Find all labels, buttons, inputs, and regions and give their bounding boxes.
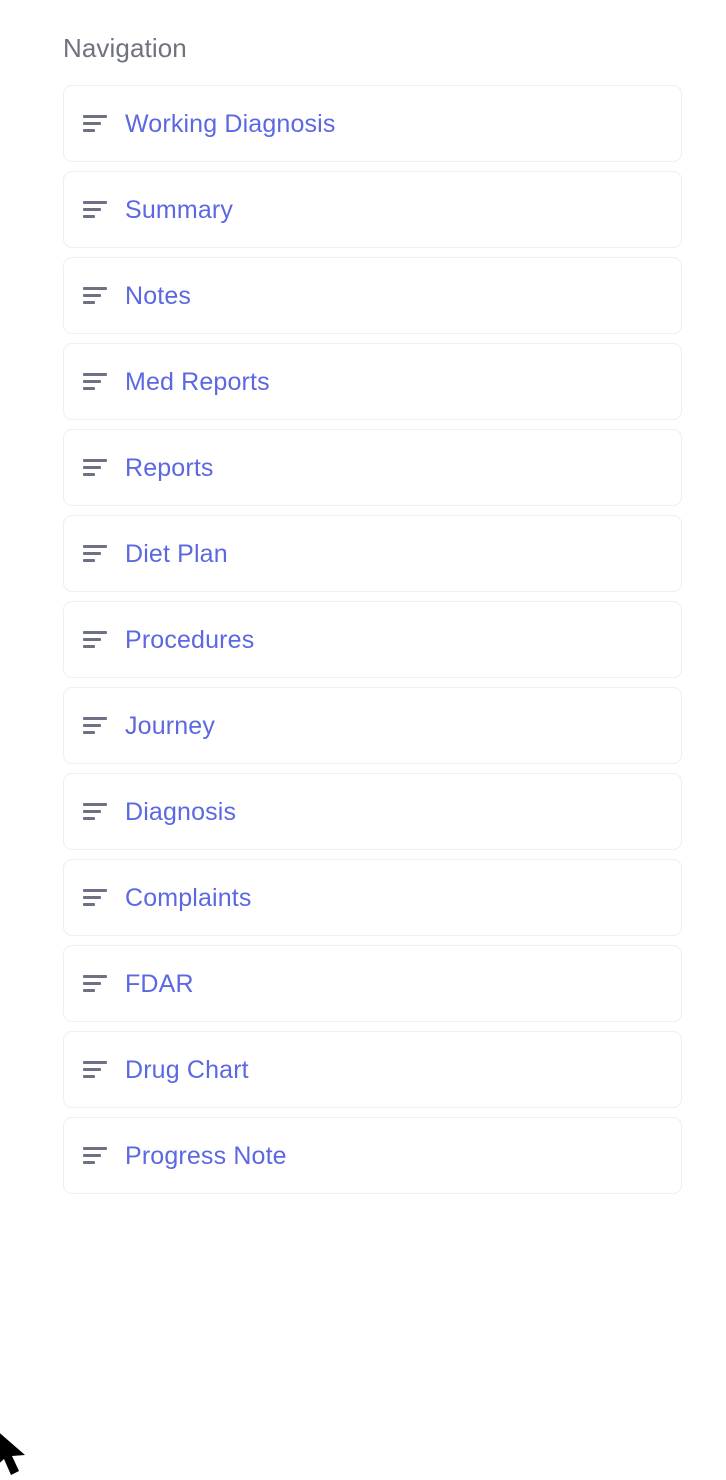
sort-lines-icon xyxy=(83,284,107,308)
nav-item-notes[interactable]: Notes xyxy=(63,257,682,334)
nav-item-label: Progress Note xyxy=(125,1141,287,1170)
nav-item-reports[interactable]: Reports xyxy=(63,429,682,506)
sort-lines-icon xyxy=(83,972,107,996)
nav-item-label: Diet Plan xyxy=(125,539,228,568)
sort-lines-icon xyxy=(83,628,107,652)
sort-lines-icon xyxy=(83,456,107,480)
nav-item-label: Reports xyxy=(125,453,214,482)
nav-item-summary[interactable]: Summary xyxy=(63,171,682,248)
sort-lines-icon xyxy=(83,886,107,910)
nav-item-label: Working Diagnosis xyxy=(125,109,336,138)
nav-item-label: FDAR xyxy=(125,969,194,998)
nav-item-label: Drug Chart xyxy=(125,1055,249,1084)
navigation-panel: Navigation Working Diagnosis Summary Notes… xyxy=(0,0,726,1475)
nav-item-med-reports[interactable]: Med Reports xyxy=(63,343,682,420)
nav-item-label: Summary xyxy=(125,195,234,224)
page-title: Navigation xyxy=(63,33,187,63)
nav-item-progress-note[interactable]: Progress Note xyxy=(63,1117,682,1194)
nav-item-label: Journey xyxy=(125,711,215,740)
nav-item-diagnosis[interactable]: Diagnosis xyxy=(63,773,682,850)
nav-item-working-diagnosis[interactable]: Working Diagnosis xyxy=(63,85,682,162)
nav-item-journey[interactable]: Journey xyxy=(63,687,682,764)
nav-item-label: Notes xyxy=(125,281,192,310)
nav-item-complaints[interactable]: Complaints xyxy=(63,859,682,936)
sort-lines-icon xyxy=(83,1144,107,1168)
navigation-list: Working Diagnosis Summary Notes Med Reports… xyxy=(63,85,682,1194)
mouse-pointer-icon xyxy=(0,1433,25,1475)
nav-item-fdar[interactable]: FDAR xyxy=(63,945,682,1022)
sort-lines-icon xyxy=(83,370,107,394)
sort-lines-icon xyxy=(83,714,107,738)
nav-item-label: Complaints xyxy=(125,883,252,912)
nav-item-label: Med Reports xyxy=(125,367,270,396)
nav-item-drug-chart[interactable]: Drug Chart xyxy=(63,1031,682,1108)
sort-lines-icon xyxy=(83,1058,107,1082)
nav-item-label: Diagnosis xyxy=(125,797,237,826)
sort-lines-icon xyxy=(83,112,107,136)
sort-lines-icon xyxy=(83,542,107,566)
nav-item-diet-plan[interactable]: Diet Plan xyxy=(63,515,682,592)
nav-item-label: Procedures xyxy=(125,625,255,654)
nav-item-procedures[interactable]: Procedures xyxy=(63,601,682,678)
sort-lines-icon xyxy=(83,198,107,222)
sort-lines-icon xyxy=(83,800,107,824)
